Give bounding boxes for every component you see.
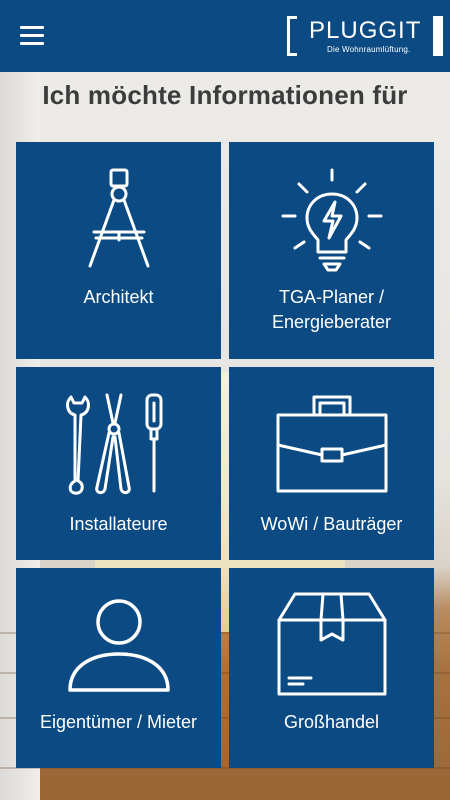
hamburger-menu-icon[interactable] (20, 26, 44, 46)
tile-installateure[interactable]: Installateure (16, 367, 221, 560)
briefcase-icon (276, 395, 387, 493)
logo-text: PLUGGIT (309, 17, 422, 44)
logo-tagline: Die Wohnraumlüftung. (327, 45, 411, 54)
tools-icon (65, 393, 162, 495)
lightbulb-icon (281, 168, 382, 272)
app-bar: PLUGGIT Die Wohnraumlüftung. (0, 0, 450, 72)
tile-grosshandel[interactable]: Großhandel (229, 568, 434, 768)
compass-icon (88, 168, 149, 268)
tile-label-grosshandel: Großhandel (283, 712, 380, 732)
box-icon (277, 592, 386, 696)
page-heading: Ich möchte Informationen für (42, 80, 408, 110)
tile-label-eigentuemer-mieter: Eigentümer / Mieter (39, 712, 198, 732)
pluggit-logo: PLUGGIT Die Wohnraumlüftung. (287, 14, 443, 56)
tile-architekt[interactable]: Architekt (16, 142, 221, 359)
tile-wowi-bautraeger[interactable]: WoWi / Bauträger (229, 367, 434, 560)
tile-tga-planer[interactable]: TGA-Planer / Energieberater (229, 142, 434, 359)
tile-label-architekt: Architekt (83, 287, 154, 307)
tile-eigentuemer-mieter[interactable]: Eigentümer / Mieter (16, 568, 221, 768)
tile-label-installateure: Installateure (69, 514, 168, 534)
tile-label-tga-planer: TGA-Planer / Energieberater (271, 287, 392, 332)
tile-label-wowi-bautraeger: WoWi / Bauträger (260, 514, 403, 534)
person-icon (67, 599, 170, 692)
